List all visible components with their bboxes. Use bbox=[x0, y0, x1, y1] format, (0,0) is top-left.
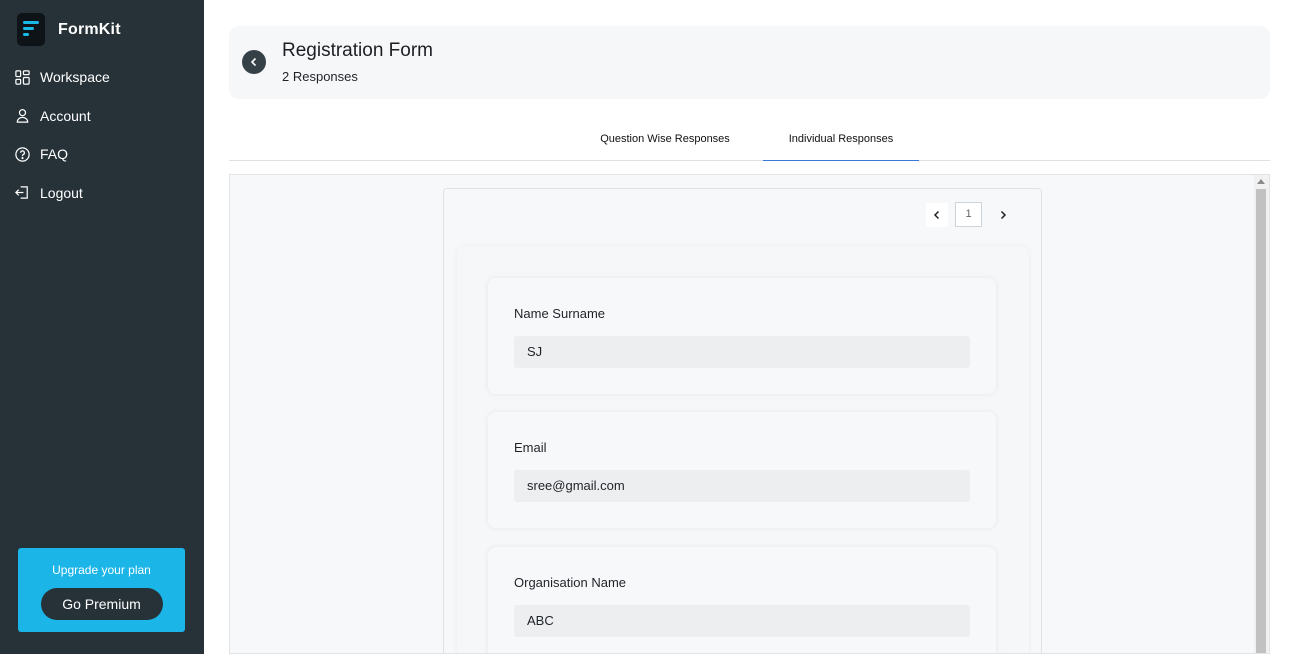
sidebar-item-logout[interactable]: Logout bbox=[14, 182, 110, 204]
scrollbar-thumb[interactable] bbox=[1256, 189, 1266, 653]
answer-field: SJ bbox=[514, 336, 970, 368]
form-header: Registration Form 2 Responses bbox=[229, 26, 1270, 99]
user-icon bbox=[16, 109, 29, 123]
chevron-right-icon bbox=[1000, 210, 1007, 219]
back-button[interactable] bbox=[242, 50, 266, 74]
question-card: Name Surname SJ bbox=[488, 278, 996, 394]
sidebar-item-faq[interactable]: FAQ bbox=[14, 143, 110, 165]
pagination: 1 bbox=[926, 202, 1014, 227]
grid-icon bbox=[15, 69, 30, 85]
sidebar-item-account[interactable]: Account bbox=[14, 105, 110, 127]
brand[interactable]: FormKit bbox=[17, 13, 121, 46]
response-tabs: Question Wise Responses Individual Respo… bbox=[229, 127, 1270, 161]
response-count: 2 Responses bbox=[282, 69, 358, 84]
sidebar-item-label: Logout bbox=[40, 184, 83, 201]
formkit-logo-icon bbox=[17, 13, 45, 46]
app-name: FormKit bbox=[58, 20, 121, 38]
answer-field: sree@gmail.com bbox=[514, 470, 970, 502]
sidebar-item-label: Account bbox=[40, 107, 91, 124]
question-card: Organisation Name ABC bbox=[488, 547, 996, 653]
sidebar-nav: Workspace Account FAQ Logout bbox=[14, 66, 110, 220]
responses-panel: 1 Name Surname SJ Email sree@gmail.com O… bbox=[229, 174, 1270, 654]
response-card: 1 Name Surname SJ Email sree@gmail.com O… bbox=[443, 188, 1042, 653]
upgrade-panel: Upgrade your plan Go Premium bbox=[18, 548, 185, 632]
go-premium-button[interactable]: Go Premium bbox=[40, 588, 163, 620]
next-page-button[interactable] bbox=[992, 203, 1014, 227]
help-circle-icon bbox=[15, 146, 30, 162]
question-card: Email sree@gmail.com bbox=[488, 412, 996, 528]
answer-field: ABC bbox=[514, 605, 970, 637]
logout-icon bbox=[15, 186, 28, 199]
sidebar-item-label: Workspace bbox=[40, 69, 110, 85]
response-body: Name Surname SJ Email sree@gmail.com Org… bbox=[457, 246, 1029, 653]
prev-page-button[interactable] bbox=[926, 202, 948, 227]
tab-question-wise[interactable]: Question Wise Responses bbox=[584, 127, 746, 161]
chevron-left-icon bbox=[933, 210, 940, 219]
question-label: Organisation Name bbox=[514, 575, 626, 590]
sidebar: FormKit Workspace Account FAQ Logout Upg… bbox=[0, 0, 204, 654]
upgrade-title: Upgrade your plan bbox=[52, 563, 151, 577]
page-title: Registration Form bbox=[282, 40, 433, 61]
page-number-input[interactable]: 1 bbox=[955, 202, 982, 227]
scroll-up-arrow-icon[interactable] bbox=[1257, 179, 1265, 184]
scrollbar[interactable] bbox=[1254, 175, 1269, 653]
question-label: Email bbox=[514, 440, 547, 455]
question-label: Name Surname bbox=[514, 306, 606, 321]
tab-individual[interactable]: Individual Responses bbox=[763, 127, 919, 161]
chevron-left-icon bbox=[250, 57, 257, 67]
sidebar-item-workspace[interactable]: Workspace bbox=[14, 66, 110, 88]
sidebar-item-label: FAQ bbox=[40, 146, 69, 162]
